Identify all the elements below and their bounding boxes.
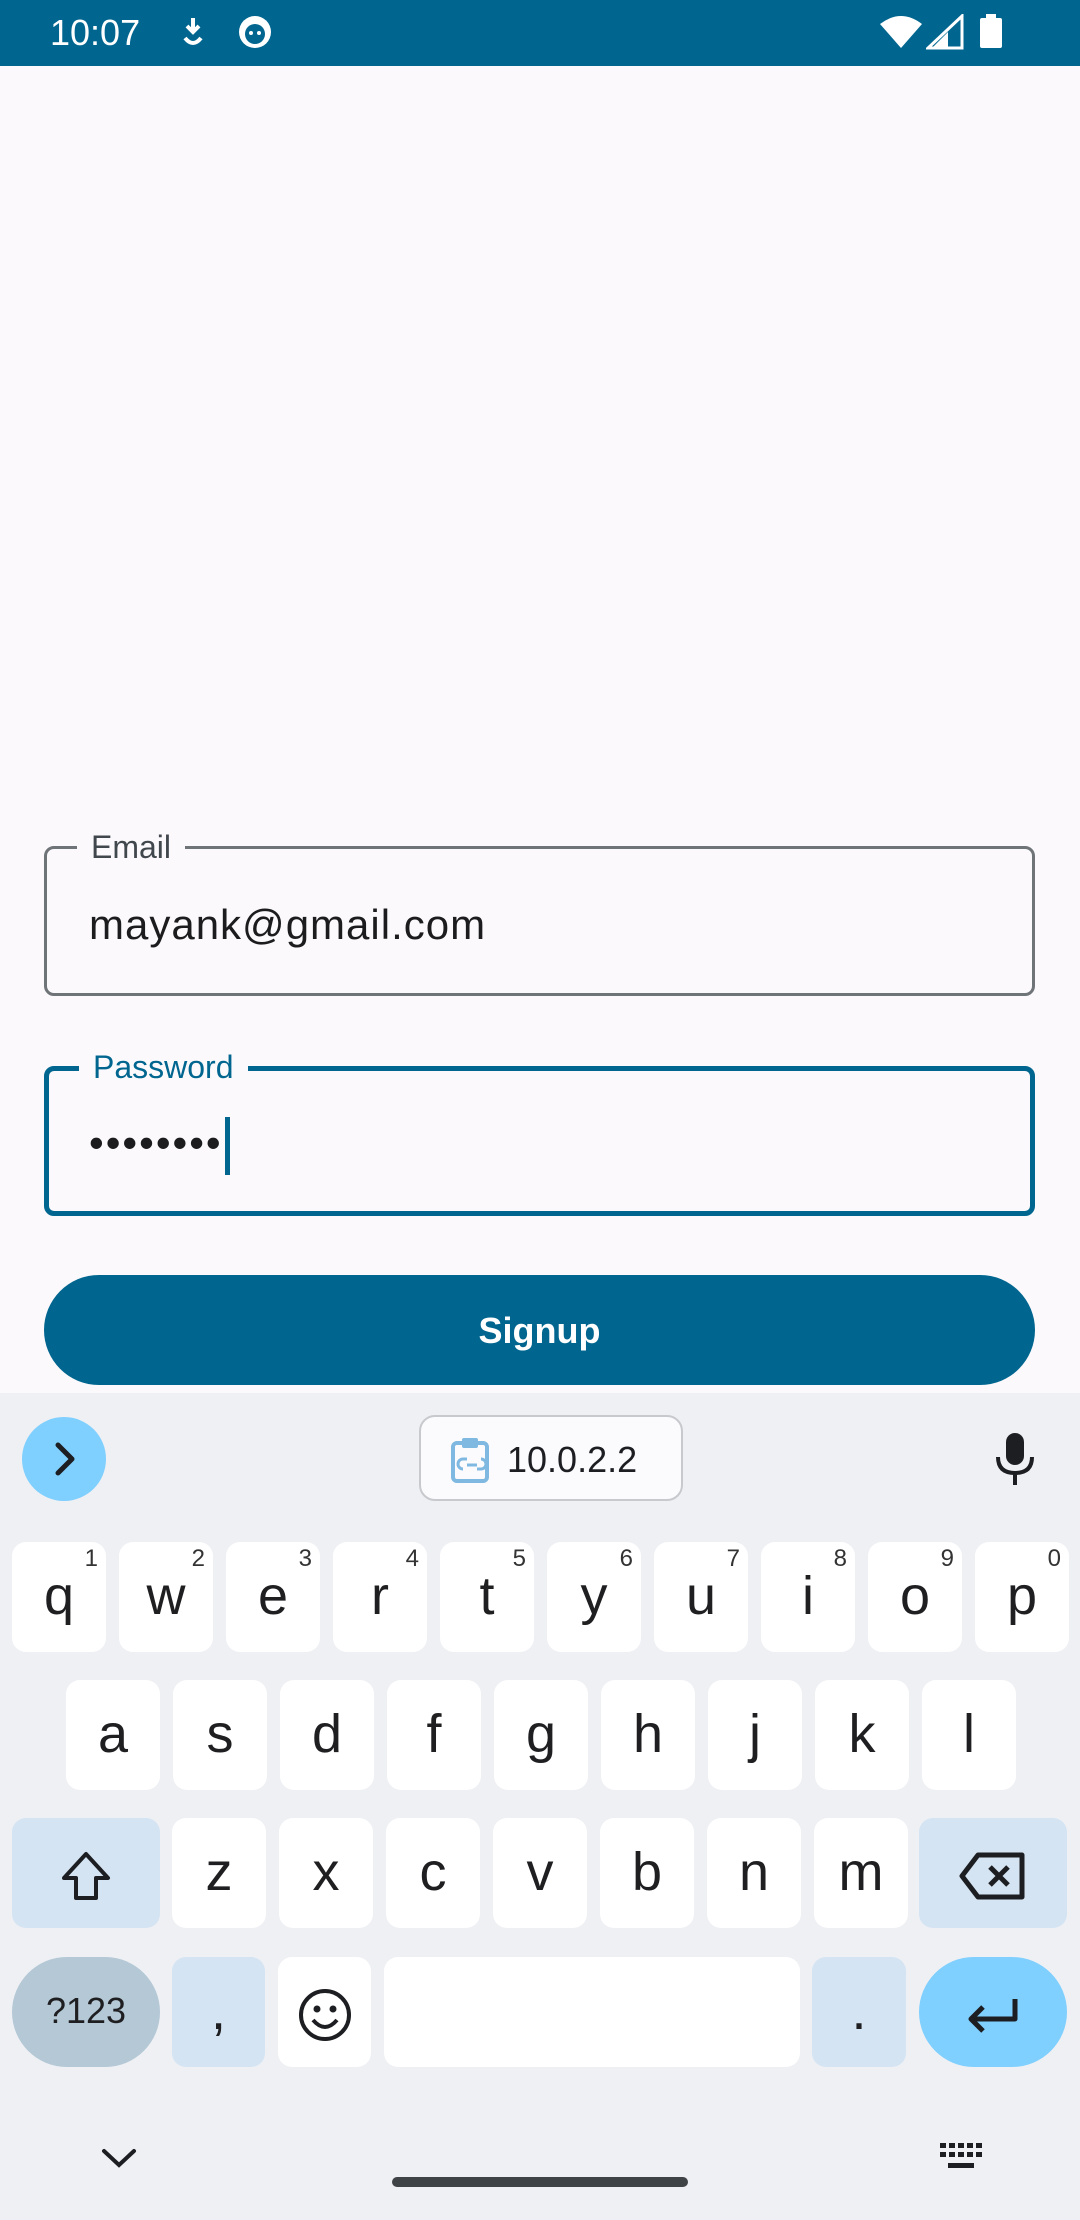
- key-j[interactable]: j: [708, 1680, 802, 1790]
- shift-key[interactable]: [12, 1818, 160, 1928]
- key-x[interactable]: x: [279, 1818, 373, 1928]
- key-k[interactable]: k: [815, 1680, 909, 1790]
- key-u[interactable]: u7: [654, 1542, 748, 1652]
- key-label: i: [802, 1566, 814, 1626]
- key-o[interactable]: o9: [868, 1542, 962, 1652]
- key-s[interactable]: s: [173, 1680, 267, 1790]
- clipboard-suggestion-text: 10.0.2.2: [507, 1439, 638, 1480]
- key-label: q: [43, 1566, 75, 1626]
- clipboard-link-icon: [451, 1438, 489, 1483]
- key-p[interactable]: p0: [975, 1542, 1069, 1652]
- signup-button[interactable]: Signup: [44, 1275, 1035, 1385]
- text-cursor: [224, 1117, 230, 1175]
- hide-keyboard-button[interactable]: [98, 2143, 140, 2178]
- microphone-icon: [996, 1433, 1034, 1485]
- battery-icon: [978, 14, 1004, 55]
- key-v[interactable]: v: [493, 1818, 587, 1928]
- gesture-nav-handle[interactable]: [392, 2177, 688, 2187]
- key-e[interactable]: e3: [226, 1542, 320, 1652]
- key-hint: 7: [726, 1545, 740, 1572]
- clipboard-suggestion-chip[interactable]: 10.0.2.2: [419, 1415, 683, 1501]
- symbols-key[interactable]: ?123: [12, 1957, 160, 2067]
- key-label: e: [257, 1566, 289, 1626]
- chevron-right-icon: [55, 1442, 75, 1476]
- key-y[interactable]: y6: [547, 1542, 641, 1652]
- key-hint: 9: [940, 1545, 954, 1572]
- comma-key[interactable]: ,: [172, 1957, 265, 2067]
- key-hint: 5: [512, 1545, 526, 1572]
- key-label: r: [371, 1566, 389, 1626]
- key-h[interactable]: h: [601, 1680, 695, 1790]
- key-hint: 1: [84, 1545, 98, 1572]
- key-hint: 2: [191, 1545, 205, 1572]
- key-hint: 6: [619, 1545, 633, 1572]
- key-w[interactable]: w2: [119, 1542, 213, 1652]
- password-value: ••••••••: [89, 1117, 230, 1175]
- key-n[interactable]: n: [707, 1818, 801, 1928]
- chevron-down-icon: [102, 2149, 136, 2168]
- key-z[interactable]: z: [172, 1818, 266, 1928]
- email-label: Email: [77, 825, 186, 869]
- shift-arrow-icon: [62, 1851, 110, 1900]
- password-field[interactable]: Password ••••••••: [44, 1045, 1035, 1216]
- key-a[interactable]: a: [66, 1680, 160, 1790]
- emoji-key[interactable]: [278, 1957, 371, 2067]
- key-g[interactable]: g: [494, 1680, 588, 1790]
- toolbar-expand-button[interactable]: [22, 1417, 106, 1501]
- app-notification-icon: [236, 12, 274, 57]
- period-key[interactable]: .: [812, 1957, 906, 2067]
- enter-arrow-icon: [968, 1998, 1018, 2033]
- status-time: 10:07: [50, 12, 141, 53]
- key-d[interactable]: d: [280, 1680, 374, 1790]
- key-hint: 4: [405, 1545, 419, 1572]
- email-field[interactable]: Email mayank@gmail.com: [44, 825, 1035, 996]
- key-l[interactable]: l: [922, 1680, 1016, 1790]
- password-label: Password: [79, 1045, 248, 1089]
- keyboard-switch-button[interactable]: [938, 2141, 984, 2180]
- key-label: u: [685, 1566, 717, 1626]
- key-label: o: [899, 1566, 931, 1626]
- status-bar: 10:07: [0, 0, 1080, 66]
- emoji-icon: [298, 1988, 351, 2041]
- enter-key[interactable]: [919, 1957, 1067, 2067]
- backspace-icon: [959, 1852, 1025, 1900]
- key-c[interactable]: c: [386, 1818, 480, 1928]
- key-label: p: [1006, 1566, 1038, 1626]
- keyboard-icon: [940, 2143, 982, 2168]
- key-hint: 3: [298, 1545, 312, 1572]
- key-label: y: [580, 1566, 608, 1626]
- key-t[interactable]: t5: [440, 1542, 534, 1652]
- email-value: mayank@gmail.com: [89, 901, 487, 948]
- key-hint: 0: [1047, 1545, 1061, 1572]
- cell-signal-icon: [924, 12, 964, 55]
- key-i[interactable]: i8: [761, 1542, 855, 1652]
- wifi-icon: [878, 14, 924, 55]
- soft-keyboard: 10.0.2.2 q1w2e3r4t5y6u7i8o9p0 asdfghjkl …: [0, 1393, 1080, 2220]
- download-indicator-icon: [178, 12, 208, 57]
- backspace-key[interactable]: [919, 1818, 1067, 1928]
- space-key[interactable]: [384, 1957, 800, 2067]
- key-label: w: [146, 1566, 186, 1626]
- key-f[interactable]: f: [387, 1680, 481, 1790]
- key-m[interactable]: m: [814, 1818, 908, 1928]
- password-masked-text: ••••••••: [89, 1119, 223, 1167]
- key-r[interactable]: r4: [333, 1542, 427, 1652]
- voice-input-button[interactable]: [990, 1431, 1040, 1494]
- key-label: t: [479, 1566, 495, 1626]
- key-q[interactable]: q1: [12, 1542, 106, 1652]
- key-b[interactable]: b: [600, 1818, 694, 1928]
- key-hint: 8: [833, 1545, 847, 1572]
